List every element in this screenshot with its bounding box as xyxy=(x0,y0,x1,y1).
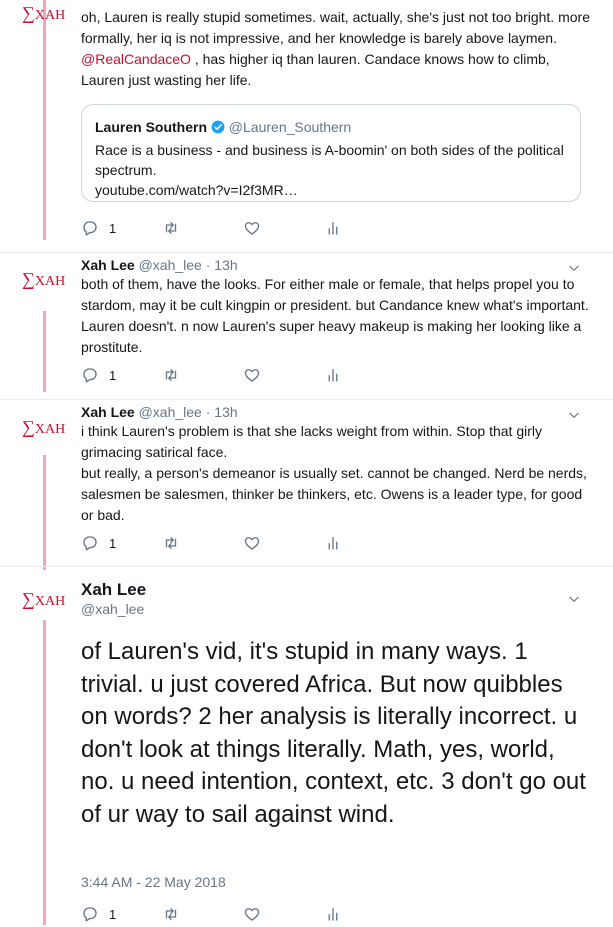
analytics-icon xyxy=(328,908,338,921)
tweet-paragraph: but really, a person's demeanor is usual… xyxy=(81,465,587,523)
thread-line-1 xyxy=(43,0,46,240)
retweet-icon xyxy=(165,537,177,549)
analytics-icon xyxy=(328,537,338,550)
quoted-tweet-link[interactable]: youtube.com/watch?v=I2f3MR… xyxy=(95,180,565,200)
quoted-author-handle: @Lauren_Southern xyxy=(228,119,352,135)
reply-button[interactable]: 1 xyxy=(81,905,116,923)
heart-icon xyxy=(244,222,260,235)
like-button[interactable] xyxy=(243,219,261,237)
retweet-button[interactable] xyxy=(162,366,180,384)
tweet-text: i think Lauren's problem is that she lac… xyxy=(81,421,591,526)
avatar[interactable]: ∑XAH xyxy=(22,270,65,289)
heart-icon xyxy=(244,908,260,921)
retweet-icon xyxy=(165,369,177,381)
quoted-tweet-text: Race is a business - and business is A-b… xyxy=(95,142,564,178)
analytics-button[interactable] xyxy=(324,905,342,923)
author-name[interactable]: Xah Lee xyxy=(81,580,146,600)
retweet-icon xyxy=(165,222,177,234)
tweet-header: Xah Lee @xah_lee · 13h xyxy=(81,257,238,273)
avatar[interactable]: ∑XAH xyxy=(22,418,65,437)
analytics-icon xyxy=(328,369,338,382)
like-button[interactable] xyxy=(243,905,261,923)
analytics-icon xyxy=(328,222,338,235)
author-name[interactable]: Xah Lee xyxy=(81,404,135,420)
author-handle[interactable]: @xah_lee · 13h xyxy=(139,257,238,273)
reply-count: 1 xyxy=(109,906,117,922)
reply-button[interactable]: 1 xyxy=(81,366,116,384)
reply-button[interactable]: 1 xyxy=(81,219,116,237)
divider xyxy=(0,252,613,253)
analytics-button[interactable] xyxy=(324,219,342,237)
thread-line-4 xyxy=(43,620,46,925)
retweet-icon xyxy=(165,908,177,920)
retweet-button[interactable] xyxy=(162,534,180,552)
avatar[interactable]: ∑XAH xyxy=(22,590,65,609)
analytics-button[interactable] xyxy=(324,366,342,384)
author-handle[interactable]: @xah_lee · 13h xyxy=(139,404,238,420)
reply-icon xyxy=(83,221,97,236)
reply-count: 1 xyxy=(109,367,117,383)
reply-count: 1 xyxy=(109,535,117,551)
divider xyxy=(0,399,613,400)
retweet-button[interactable] xyxy=(162,905,180,923)
reply-icon xyxy=(83,368,97,383)
mention-link[interactable]: @RealCandaceO xyxy=(81,51,191,67)
divider xyxy=(0,566,613,567)
tweet-text: oh, Lauren is really stupid sometimes. w… xyxy=(81,9,590,88)
chevron-down-icon[interactable] xyxy=(567,592,581,606)
retweet-button[interactable] xyxy=(162,219,180,237)
chevron-down-icon[interactable] xyxy=(567,408,581,422)
reply-button[interactable]: 1 xyxy=(81,534,116,552)
tweet-header: Xah Lee @xah_lee · 13h xyxy=(81,404,238,420)
analytics-button[interactable] xyxy=(324,534,342,552)
avatar[interactable]: ∑XAH xyxy=(22,4,65,23)
thread-line-2 xyxy=(43,311,46,392)
focused-tweet-text: of Lauren's vid, it's stupid in many way… xyxy=(81,638,586,828)
tweet-paragraph: i think Lauren's problem is that she lac… xyxy=(81,423,542,460)
author-handle[interactable]: @xah_lee xyxy=(81,601,144,617)
heart-icon xyxy=(244,537,260,550)
chevron-down-icon[interactable] xyxy=(567,261,581,275)
quoted-tweet[interactable]: Lauren Southern @Lauren_Southern Race is… xyxy=(81,104,581,202)
reply-icon xyxy=(83,907,97,922)
like-button[interactable] xyxy=(243,366,261,384)
thread-line-3 xyxy=(43,455,46,570)
reply-icon xyxy=(83,536,97,551)
quoted-author-name: Lauren Southern xyxy=(95,119,208,135)
verified-icon xyxy=(211,120,225,137)
tweet-timestamp[interactable]: 3:44 AM - 22 May 2018 xyxy=(81,874,226,890)
heart-icon xyxy=(244,369,260,382)
like-button[interactable] xyxy=(243,534,261,552)
reply-count: 1 xyxy=(109,220,117,236)
tweet-text: both of them, have the looks. For either… xyxy=(81,276,589,355)
author-name[interactable]: Xah Lee xyxy=(81,257,135,273)
